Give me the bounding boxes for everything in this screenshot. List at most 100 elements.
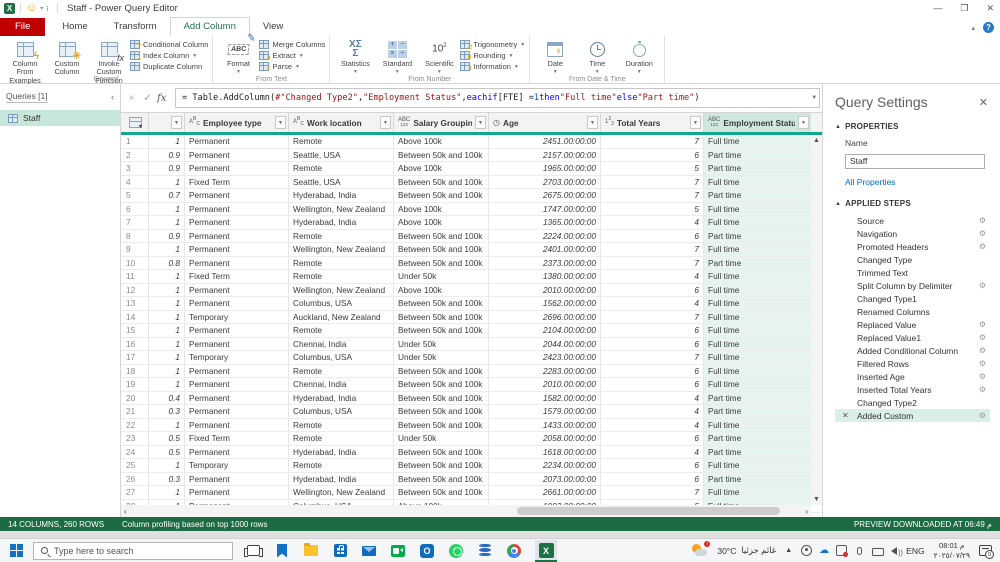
row-number[interactable]: 4	[121, 176, 149, 189]
step-settings-gear-icon[interactable]: ⚙	[979, 411, 986, 420]
applied-step-inserted-age[interactable]: Inserted Age⚙	[835, 370, 990, 383]
cell[interactable]: Remote	[289, 419, 394, 432]
cell[interactable]: Part time	[704, 257, 811, 270]
grid-corner-cell[interactable]	[121, 113, 149, 132]
collapse-section-icon[interactable]: ▲	[835, 124, 841, 130]
cell[interactable]: 2451.00:00:00	[489, 135, 601, 148]
cell[interactable]: Above 100k	[394, 203, 489, 216]
cell[interactable]: 1433.00:00:00	[489, 419, 601, 432]
ribbon-button-extract[interactable]: aExtract▼	[259, 51, 325, 60]
row-number[interactable]: 11	[121, 270, 149, 283]
cell[interactable]: 1562.00:00:00	[489, 297, 601, 310]
cell[interactable]: 4	[601, 446, 704, 459]
cell[interactable]: 1	[149, 135, 185, 148]
column-header-salary-grouping[interactable]: ABC123Salary Grouping▼	[394, 113, 489, 132]
table-row[interactable]: 71PermanentHyderabad, IndiaAbove 100k136…	[121, 216, 822, 230]
cell[interactable]: 2010.00:00:00	[489, 284, 601, 297]
cell[interactable]: Permanent	[185, 135, 289, 148]
outlook-icon[interactable]: O	[419, 543, 435, 559]
ribbon-button-time[interactable]: Time▼	[576, 38, 618, 75]
cell[interactable]: Chennai, India	[289, 338, 394, 351]
show-hidden-icons-chevron[interactable]: ▲	[785, 547, 792, 554]
table-row[interactable]: 50.7PermanentHyderabad, IndiaBetween 50k…	[121, 189, 822, 203]
cell[interactable]: Wellington, New Zealand	[289, 284, 394, 297]
column-header-work-location[interactable]: ABCWork location▼	[289, 113, 394, 132]
cell[interactable]: Remote	[289, 459, 394, 472]
cell[interactable]: 6	[601, 473, 704, 486]
cell[interactable]: 0.3	[149, 405, 185, 418]
table-row[interactable]: 41Fixed TermSeattle, USABetween 50k and …	[121, 176, 822, 190]
row-number[interactable]: 10	[121, 257, 149, 270]
cell[interactable]: Full time	[704, 324, 811, 337]
cell[interactable]: Between 50k and 100k	[394, 486, 489, 499]
cell[interactable]: Permanent	[185, 189, 289, 202]
cell[interactable]: Under 50k	[394, 270, 489, 283]
cell[interactable]: 4	[601, 216, 704, 229]
row-number[interactable]: 3	[121, 162, 149, 175]
cell[interactable]: 1618.00:00:00	[489, 446, 601, 459]
table-row[interactable]: 100.8PermanentRemoteBetween 50k and 100k…	[121, 257, 822, 271]
cell[interactable]: Above 100k	[394, 216, 489, 229]
cell[interactable]: 1747.00:00:00	[489, 203, 601, 216]
cell[interactable]: 0.9	[149, 230, 185, 243]
collapse-queries-pane-icon[interactable]: ‹	[111, 92, 114, 102]
column-header-total-years[interactable]: 123Total Years▼	[601, 113, 704, 132]
cell[interactable]: 1380.00:00:00	[489, 270, 601, 283]
cell[interactable]: Between 50k and 100k	[394, 446, 489, 459]
row-number[interactable]: 21	[121, 405, 149, 418]
file-explorer-icon[interactable]	[303, 543, 319, 559]
cell[interactable]: Permanent	[185, 284, 289, 297]
cell[interactable]: 6	[601, 432, 704, 445]
formula-input[interactable]: ▼ = Table.AddColumn(#"Changed Type2", "E…	[175, 88, 820, 108]
applied-step-promoted-headers[interactable]: Promoted Headers⚙	[835, 240, 990, 253]
applied-step-changed-type2[interactable]: Changed Type2	[835, 396, 990, 409]
cell[interactable]: Permanent	[185, 162, 289, 175]
cell[interactable]: 7	[601, 243, 704, 256]
cell[interactable]: Permanent	[185, 203, 289, 216]
cell[interactable]: Remote	[289, 365, 394, 378]
commit-formula-icon[interactable]: ✓	[141, 93, 154, 104]
ribbon-button-duplicate-column[interactable]: +Duplicate Column	[130, 62, 208, 71]
applied-step-added-custom[interactable]: ✕Added Custom⚙	[835, 409, 990, 422]
cell[interactable]: Hyderabad, India	[289, 392, 394, 405]
close-settings-icon[interactable]: ✕	[979, 96, 988, 109]
cell[interactable]: Between 50k and 100k	[394, 297, 489, 310]
filter-dropdown-icon[interactable]: ▼	[690, 116, 701, 129]
cell[interactable]: Wellington, New Zealand	[289, 243, 394, 256]
ribbon-button-rounding[interactable]: .0Rounding▼	[460, 51, 525, 60]
vertical-scrollbar[interactable]: ▲ ▼	[811, 135, 822, 505]
row-number[interactable]: 27	[121, 486, 149, 499]
applied-step-changed-type1[interactable]: Changed Type1	[835, 292, 990, 305]
cell[interactable]: Fixed Term	[185, 432, 289, 445]
help-icon[interactable]: ?	[983, 22, 994, 33]
cell[interactable]: Between 50k and 100k	[394, 324, 489, 337]
applied-step-split-column-by-delimiter[interactable]: Split Column by Delimiter⚙	[835, 279, 990, 292]
horizontal-scroll-thumb[interactable]	[517, 507, 781, 515]
cell[interactable]: 1	[149, 216, 185, 229]
row-number[interactable]: 23	[121, 432, 149, 445]
cell[interactable]: Under 50k	[394, 338, 489, 351]
ribbon-button-custom-column[interactable]: ✳CustomColumn	[46, 38, 88, 77]
applied-step-trimmed-text[interactable]: Trimmed Text	[835, 266, 990, 279]
scroll-right-icon[interactable]: ›	[805, 507, 808, 516]
cell[interactable]: Full time	[704, 351, 811, 364]
cell[interactable]: Permanent	[185, 324, 289, 337]
table-row[interactable]: 11PermanentRemoteAbove 100k2451.00:00:00…	[121, 135, 822, 149]
table-row[interactable]: 80.9PermanentRemoteBetween 50k and 100k2…	[121, 230, 822, 244]
table-row[interactable]: 111Fixed TermRemoteUnder 50k1380.00:00:0…	[121, 270, 822, 284]
cell[interactable]: Full time	[704, 203, 811, 216]
cell[interactable]: Permanent	[185, 419, 289, 432]
cell[interactable]: 2044.00:00:00	[489, 338, 601, 351]
cell[interactable]: Hyderabad, India	[289, 473, 394, 486]
cell[interactable]: Remote	[289, 257, 394, 270]
close-button[interactable]: ✕	[986, 3, 994, 14]
maximize-button[interactable]: ❐	[960, 3, 968, 14]
cell[interactable]: Fixed Term	[185, 270, 289, 283]
cell[interactable]: 1	[149, 324, 185, 337]
step-settings-gear-icon[interactable]: ⚙	[979, 372, 986, 381]
all-properties-link[interactable]: All Properties	[845, 177, 990, 187]
cell[interactable]: Between 50k and 100k	[394, 419, 489, 432]
cell[interactable]: Part time	[704, 162, 811, 175]
clock[interactable]: 08:01 م ٢٠٢٥/٠٧/٢٩	[934, 541, 970, 560]
cell[interactable]: 2073.00:00:00	[489, 473, 601, 486]
